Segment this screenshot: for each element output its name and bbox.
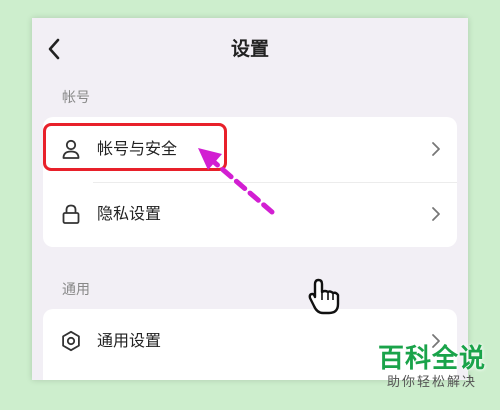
section-label-general: 通用 [62,282,90,298]
phone-screen: 设置 帐号 帐号与安全 隐私设置 通用 通用设置 [32,18,468,380]
page-title: 设置 [230,38,269,60]
gear-icon [60,330,82,352]
watermark-title: 百科全说 [377,344,486,374]
privacy-settings-label: 隐私设置 [97,204,162,223]
section-label-account: 帐号 [62,90,90,106]
account-security-item[interactable]: 帐号与安全 [43,117,457,182]
chevron-right-icon [429,204,443,224]
watermark: 百科全说 助你轻松解决 [372,344,492,402]
account-security-label: 帐号与安全 [97,139,178,158]
lock-icon [60,203,82,225]
chevron-right-icon [429,139,443,159]
watermark-subtitle: 助你轻松解决 [386,375,477,390]
person-icon [60,138,82,160]
privacy-settings-item[interactable]: 隐私设置 [43,182,457,247]
general-settings-label: 通用设置 [97,331,162,350]
account-card: 帐号与安全 隐私设置 [43,117,457,247]
nav-bar: 设置 [32,18,468,80]
